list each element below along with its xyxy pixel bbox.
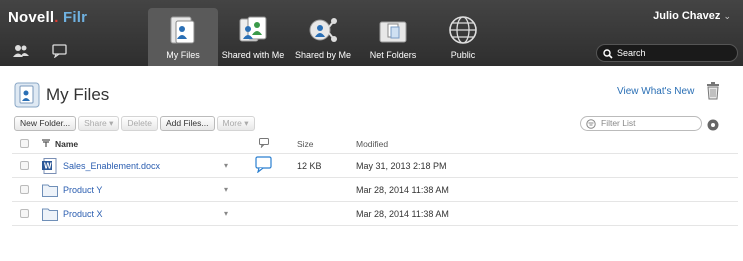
row-checkbox[interactable] bbox=[20, 185, 29, 194]
gear-icon[interactable] bbox=[707, 118, 719, 131]
add-files-button[interactable]: Add Files... bbox=[159, 116, 215, 131]
search-icon bbox=[603, 48, 613, 59]
brand-logo: Novell. Filr bbox=[8, 9, 88, 26]
share-button[interactable]: Share ▾ bbox=[78, 116, 120, 131]
search-input[interactable]: Search bbox=[596, 44, 738, 62]
main-nav: My Files Shared with Me Shared by Me Net… bbox=[148, 8, 498, 66]
filter-list-input[interactable]: Filter List bbox=[580, 116, 702, 131]
tab-shared-by-me[interactable]: Shared by Me bbox=[288, 8, 358, 66]
shared-by-me-icon bbox=[307, 14, 339, 46]
new-folder-button[interactable]: New Folder... bbox=[14, 116, 77, 131]
net-folders-icon bbox=[377, 14, 409, 46]
row-menu-dropdown[interactable]: ▾ bbox=[224, 178, 228, 201]
sort-icon bbox=[42, 138, 50, 149]
page-title: My Files bbox=[46, 85, 110, 104]
view-whats-new-link[interactable]: View What's New bbox=[617, 86, 694, 97]
tab-public[interactable]: Public bbox=[428, 8, 498, 66]
user-menu[interactable]: Julio Chavez ⌄ bbox=[653, 10, 731, 22]
tab-my-files[interactable]: My Files bbox=[148, 8, 218, 66]
comment-icon[interactable] bbox=[255, 156, 272, 175]
folder-icon bbox=[42, 206, 58, 222]
chevron-down-icon: ⌄ bbox=[723, 11, 731, 21]
file-table: Name Size Modified W Sales_Enablement.do… bbox=[12, 134, 738, 226]
row-checkbox[interactable] bbox=[20, 161, 29, 170]
more-button[interactable]: More ▾ bbox=[216, 116, 255, 131]
modified-date: Mar 28, 2014 11:38 AM bbox=[356, 184, 449, 195]
row-menu-dropdown[interactable]: ▾ bbox=[224, 202, 228, 225]
filter-icon bbox=[586, 119, 596, 129]
table-row[interactable]: Product Y ▾ Mar 28, 2014 11:38 AM bbox=[12, 178, 738, 202]
shared-with-me-icon bbox=[237, 14, 269, 46]
comments-column-icon bbox=[259, 137, 269, 150]
select-all-checkbox[interactable] bbox=[20, 139, 29, 148]
delete-button[interactable]: Delete bbox=[121, 116, 158, 131]
table-header: Name Size Modified bbox=[12, 134, 738, 154]
folder-name-link[interactable]: Product Y bbox=[63, 185, 102, 195]
comments-icon[interactable] bbox=[50, 44, 68, 59]
people-icon[interactable] bbox=[12, 44, 30, 58]
table-row[interactable]: W Sales_Enablement.docx ▾ 12 KB May 31, … bbox=[12, 154, 738, 178]
file-name-link[interactable]: Sales_Enablement.docx bbox=[63, 161, 160, 171]
tab-shared-with-me[interactable]: Shared with Me bbox=[218, 8, 288, 66]
top-bar: Novell. Filr My Files Shared with Me Sha bbox=[0, 0, 743, 66]
svg-text:W: W bbox=[44, 161, 52, 170]
row-checkbox[interactable] bbox=[20, 209, 29, 218]
globe-icon bbox=[447, 14, 479, 46]
row-menu-dropdown[interactable]: ▾ bbox=[224, 154, 228, 177]
modified-date: Mar 28, 2014 11:38 AM bbox=[356, 208, 449, 219]
file-size: 12 KB bbox=[297, 160, 322, 171]
trash-icon[interactable] bbox=[706, 82, 720, 100]
my-files-icon bbox=[167, 14, 199, 46]
modified-column-header[interactable]: Modified bbox=[356, 134, 388, 153]
my-files-page-icon bbox=[14, 82, 40, 108]
name-column-header[interactable]: Name bbox=[42, 134, 78, 153]
folder-icon bbox=[42, 182, 58, 198]
tab-net-folders[interactable]: Net Folders bbox=[358, 8, 428, 66]
folder-name-link[interactable]: Product X bbox=[63, 209, 103, 219]
word-document-icon: W bbox=[42, 157, 58, 174]
table-row[interactable]: Product X ▾ Mar 28, 2014 11:38 AM bbox=[12, 202, 738, 226]
size-column-header[interactable]: Size bbox=[297, 134, 314, 153]
toolbar: New Folder... Share ▾ Delete Add Files..… bbox=[14, 116, 255, 131]
modified-date: May 31, 2013 2:18 PM bbox=[356, 160, 447, 171]
